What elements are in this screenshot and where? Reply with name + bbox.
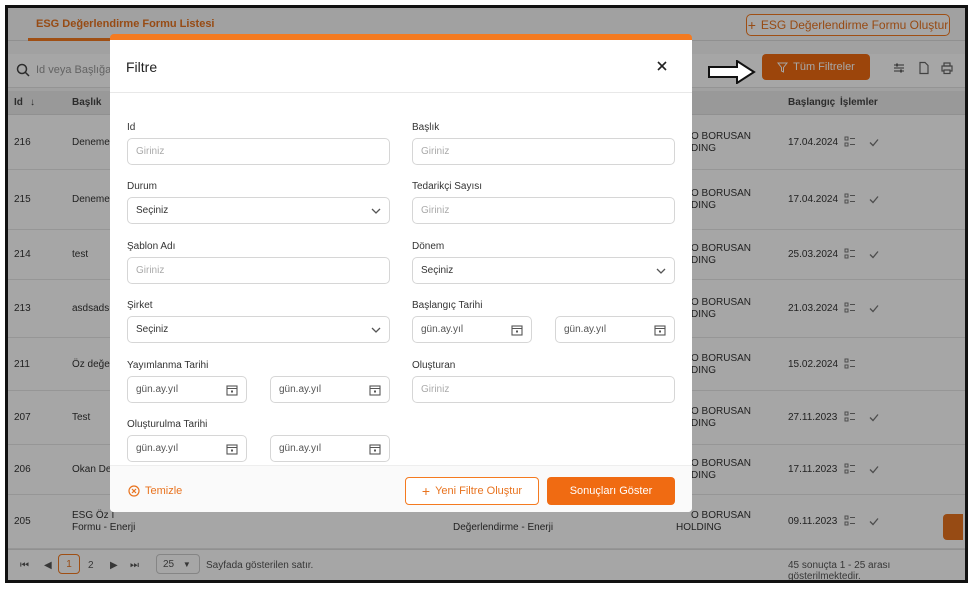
- status-select[interactable]: Seçiniz: [127, 197, 390, 224]
- template-name-label: Şablon Adı: [127, 241, 176, 252]
- start-date-from-input[interactable]: gün.ay.yıl: [412, 316, 532, 343]
- supplier-count-label: Tedarikçi Sayısı: [412, 181, 483, 192]
- modal-footer: Temizle + Yeni Filtre Oluştur Sonuçları …: [110, 465, 692, 512]
- new-filter-button[interactable]: + Yeni Filtre Oluştur: [405, 477, 539, 505]
- company-select[interactable]: Seçiniz: [127, 316, 390, 343]
- period-select[interactable]: Seçiniz: [412, 257, 675, 284]
- start-date-from-value: gün.ay.yıl: [421, 324, 464, 335]
- calendar-icon[interactable]: [226, 384, 238, 396]
- id-input[interactable]: Giriniz: [127, 138, 390, 165]
- period-select-value: Seçiniz: [421, 265, 454, 276]
- created-date-to-input[interactable]: gün.ay.yıl: [270, 435, 390, 462]
- status-label: Durum: [127, 181, 158, 192]
- publish-date-from-value: gün.ay.yıl: [136, 384, 179, 395]
- screenshot-frame: ESG Değerlendirme Formu Listesi + ESG De…: [5, 5, 968, 583]
- publish-date-from-input[interactable]: gün.ay.yıl: [127, 376, 247, 403]
- plus-icon: +: [421, 483, 431, 499]
- show-results-button[interactable]: Sonuçları Göster: [547, 477, 675, 505]
- filter-modal: Filtre Id Giriniz Başlık Giriniz Durum S…: [110, 34, 692, 512]
- publish-date-to-value: gün.ay.yıl: [279, 384, 322, 395]
- annotation-arrow: [708, 60, 756, 84]
- calendar-icon[interactable]: [654, 324, 666, 336]
- creator-input[interactable]: Giriniz: [412, 376, 675, 403]
- template-name-input[interactable]: Giriniz: [127, 257, 390, 284]
- clear-circle-icon: [128, 485, 140, 497]
- period-label: Dönem: [412, 241, 445, 252]
- new-filter-label: Yeni Filtre Oluştur: [435, 485, 523, 497]
- created-date-from-input[interactable]: gün.ay.yıl: [127, 435, 247, 462]
- clear-label: Temizle: [145, 485, 183, 497]
- created-date-label: Oluşturulma Tarihi: [127, 419, 208, 430]
- supplier-count-input[interactable]: Giriniz: [412, 197, 675, 224]
- start-date-to-value: gün.ay.yıl: [564, 324, 607, 335]
- modal-title: Filtre: [126, 59, 158, 75]
- created-date-to-value: gün.ay.yıl: [279, 443, 322, 454]
- title-input[interactable]: Giriniz: [412, 138, 675, 165]
- calendar-icon[interactable]: [511, 324, 523, 336]
- calendar-icon[interactable]: [369, 443, 381, 455]
- page: ESG Değerlendirme Formu Listesi + ESG De…: [8, 8, 965, 580]
- id-label: Id: [127, 122, 136, 133]
- title-label: Başlık: [412, 122, 440, 133]
- publish-date-label: Yayımlanma Tarihi: [127, 360, 209, 371]
- creator-label: Oluşturan: [412, 360, 456, 371]
- close-icon[interactable]: [654, 58, 670, 74]
- start-date-to-input[interactable]: gün.ay.yıl: [555, 316, 675, 343]
- created-date-from-value: gün.ay.yıl: [136, 443, 179, 454]
- company-label: Şirket: [127, 300, 153, 311]
- start-date-label: Başlangıç Tarihi: [412, 300, 483, 311]
- clear-button[interactable]: Temizle: [128, 485, 182, 497]
- publish-date-to-input[interactable]: gün.ay.yıl: [270, 376, 390, 403]
- company-select-value: Seçiniz: [136, 324, 169, 335]
- chevron-down-icon: [371, 327, 381, 333]
- calendar-icon[interactable]: [226, 443, 238, 455]
- status-select-value: Seçiniz: [136, 205, 169, 216]
- calendar-icon[interactable]: [369, 384, 381, 396]
- modal-header-divider: [110, 92, 692, 93]
- chevron-down-icon: [371, 208, 381, 214]
- chevron-down-icon: [656, 268, 666, 274]
